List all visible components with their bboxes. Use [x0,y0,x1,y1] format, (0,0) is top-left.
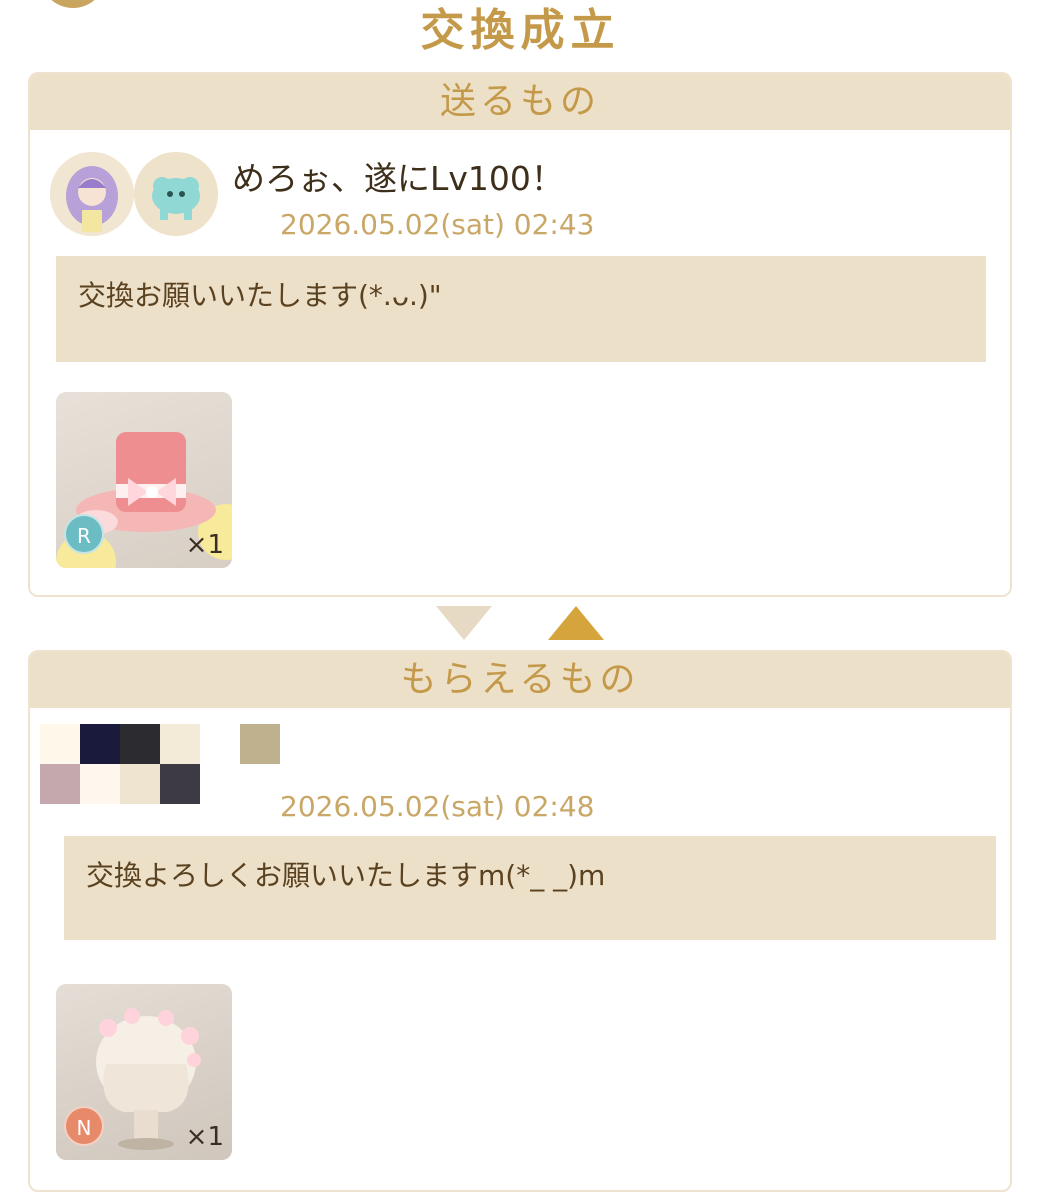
mosaic-censored-avatar [40,724,280,808]
page-title: 交換成立 [420,5,621,56]
send-item-card[interactable]: R ×1 [56,392,232,568]
receive-message-text: 交換よろしくお願いいたしますm(*_ _)m [86,859,606,892]
receive-header: もらえるもの [30,652,1010,708]
sender-pet-avatar[interactable] [134,152,218,236]
sender-username[interactable]: めろぉ、遂にLv100！ [232,152,564,200]
receive-panel: もらえるもの 2026.05.02(sat) 02:48 交換よろしくお願いいた… [28,650,1012,1192]
receive-item-quantity: ×1 [185,1122,224,1152]
pet-icon [134,152,218,236]
receive-message: 交換よろしくお願いいたしますm(*_ _)m [64,836,996,940]
arrow-down-icon [436,606,492,640]
send-item-quantity: ×1 [185,530,224,560]
send-message-text: 交換お願いいたします(*.ᴗ.)" [78,279,442,312]
send-panel: 送るもの めろぉ、遂にLv100！ 2026.05.02(sat) 02:43 … [28,72,1012,597]
send-item-rarity: R [64,514,104,554]
receive-timestamp: 2026.05.02(sat) 02:48 [280,790,595,823]
send-header: 送るもの [30,74,1010,130]
send-timestamp: 2026.05.02(sat) 02:43 [280,208,595,241]
arrow-up-icon [548,606,604,640]
send-message: 交換お願いいたします(*.ᴗ.)" [56,256,986,362]
receive-item-card[interactable]: N ×1 [56,984,232,1160]
avatar-character-icon [50,152,134,236]
receive-item-rarity: N [64,1106,104,1146]
sender-avatar[interactable] [50,152,134,236]
